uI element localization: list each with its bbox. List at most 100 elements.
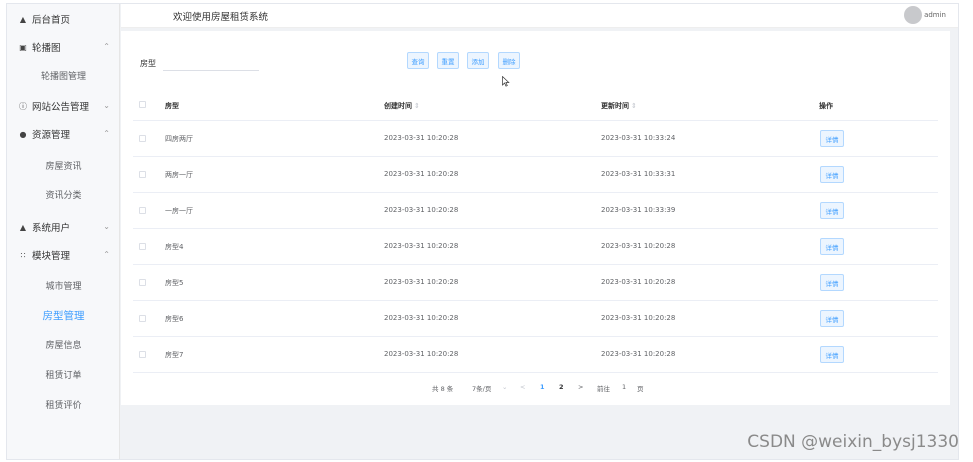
row-checkbox[interactable]	[139, 315, 146, 322]
cell-created: 2023-03-31 10:20:28	[384, 134, 459, 142]
picture-icon: ▣	[19, 42, 27, 52]
sidebar-item-rent-reviews[interactable]: 租赁评价	[7, 389, 120, 419]
next-page-button[interactable]: >	[578, 383, 583, 391]
chevron-down-icon[interactable]: ⌄	[502, 383, 507, 391]
sidebar-item-house-info[interactable]: 房屋信息	[7, 329, 120, 359]
sort-icon[interactable]: ⇕	[631, 102, 637, 110]
row-checkbox[interactable]	[139, 135, 146, 142]
page-1-button[interactable]: 1	[540, 383, 545, 391]
add-button[interactable]: 添加	[467, 52, 489, 69]
table-row: 一房一厅 2023-03-31 10:20:28 2023-03-31 10:3…	[133, 193, 938, 229]
detail-button[interactable]: 详情	[820, 346, 844, 363]
sidebar-item-label: 资讯分类	[45, 190, 82, 201]
table-row: 房型6 2023-03-31 10:20:28 2023-03-31 10:20…	[133, 301, 938, 337]
grid-icon: ∷	[20, 250, 26, 260]
select-all-checkbox[interactable]	[139, 101, 146, 108]
sidebar-item-room-type[interactable]: 房型管理	[7, 300, 120, 330]
sidebar: ▲ 后台首页 ▣ 轮播图 ⌃ 轮播图管理 ⓘ 网站公告管理 ⌄ ● 资源管理 ⌃…	[7, 4, 120, 459]
reset-button[interactable]: 重置	[437, 52, 459, 69]
sidebar-item-system-users[interactable]: ▲ 系统用户 ⌄	[7, 212, 120, 242]
chevron-up-icon: ⌃	[103, 129, 110, 138]
sidebar-item-home[interactable]: ▲ 后台首页	[7, 4, 120, 34]
table-row: 四房两厅 2023-03-31 10:20:28 2023-03-31 10:3…	[133, 121, 938, 157]
cell-room-type: 房型5	[165, 279, 184, 287]
watermark: CSDN @weixin_bysj1330	[747, 432, 959, 452]
sidebar-item-city[interactable]: 城市管理	[7, 270, 120, 300]
column-header-created[interactable]: 创建时间 ⇕	[384, 101, 420, 111]
search-label: 房型	[140, 59, 156, 68]
sidebar-item-modules[interactable]: ∷ 模块管理 ⌃	[7, 240, 120, 270]
column-header-actions: 操作	[819, 102, 833, 110]
avatar[interactable]	[904, 6, 922, 24]
cell-updated: 2023-03-31 10:20:28	[601, 350, 676, 358]
sidebar-item-news-category[interactable]: 资讯分类	[7, 179, 120, 209]
column-header-updated[interactable]: 更新时间 ⇕	[601, 101, 637, 111]
cell-updated: 2023-03-31 10:20:28	[601, 242, 676, 250]
sidebar-item-resources[interactable]: ● 资源管理 ⌃	[7, 119, 120, 149]
cell-room-type: 四房两厅	[165, 135, 193, 143]
cell-created: 2023-03-31 10:20:28	[384, 206, 459, 214]
cell-room-type: 房型6	[165, 315, 184, 323]
table-header: 房型 创建时间 ⇕ 更新时间 ⇕ 操作	[133, 91, 938, 121]
row-checkbox[interactable]	[139, 279, 146, 286]
detail-button[interactable]: 详情	[820, 166, 844, 183]
main-card: 房型 查询 重置 添加 删除 房型 创建时间 ⇕ 更新时间 ⇕ 操作 四房两厅 20…	[121, 31, 950, 405]
sidebar-item-label: 轮播图	[32, 43, 61, 54]
sidebar-item-label: 房屋资讯	[45, 161, 82, 172]
sidebar-item-label: 轮播图管理	[40, 71, 86, 82]
sidebar-item-label: 租赁评价	[45, 400, 82, 411]
sidebar-item-house-news[interactable]: 房屋资讯	[7, 150, 120, 180]
page-title: 欢迎使用房屋租赁系统	[173, 12, 269, 23]
sidebar-item-label: 资源管理	[32, 130, 71, 141]
page-2-button[interactable]: 2	[559, 383, 564, 391]
detail-button[interactable]: 详情	[820, 202, 844, 219]
cell-room-type: 房型7	[165, 351, 184, 359]
sidebar-item-label: 租赁订单	[45, 370, 82, 381]
sidebar-item-carousel-manage[interactable]: 轮播图管理	[7, 60, 120, 90]
page-size-select[interactable]: 7条/页	[472, 383, 491, 393]
sidebar-item-label: 模块管理	[32, 251, 71, 262]
info-circle-icon: ⓘ	[19, 101, 27, 111]
detail-button[interactable]: 详情	[820, 238, 844, 255]
cell-updated: 2023-03-31 10:20:28	[601, 278, 676, 286]
sidebar-item-label: 城市管理	[45, 281, 82, 292]
cell-created: 2023-03-31 10:20:28	[384, 350, 459, 358]
location-pin-icon: ●	[19, 129, 27, 139]
app-frame: ▲ 后台首页 ▣ 轮播图 ⌃ 轮播图管理 ⓘ 网站公告管理 ⌄ ● 资源管理 ⌃…	[6, 3, 959, 460]
row-checkbox[interactable]	[139, 243, 146, 250]
detail-button[interactable]: 详情	[820, 130, 844, 147]
cell-room-type: 两房一厅	[165, 171, 193, 179]
cell-updated: 2023-03-31 10:33:31	[601, 170, 676, 178]
page-unit-label: 页	[637, 385, 644, 393]
search-input[interactable]	[163, 53, 259, 71]
row-checkbox[interactable]	[139, 171, 146, 178]
query-button[interactable]: 查询	[407, 52, 429, 69]
goto-page-input[interactable]: 1	[622, 383, 626, 391]
row-checkbox[interactable]	[139, 207, 146, 214]
cell-room-type: 房型4	[165, 243, 184, 251]
detail-button[interactable]: 详情	[820, 274, 844, 291]
sidebar-item-carousel[interactable]: ▣ 轮播图 ⌃	[7, 32, 120, 62]
row-checkbox[interactable]	[139, 351, 146, 358]
prev-page-button[interactable]: <	[520, 383, 525, 391]
sort-icon[interactable]: ⇕	[414, 102, 420, 110]
home-icon: ▲	[19, 14, 27, 24]
sidebar-item-label: 房屋信息	[45, 340, 82, 351]
sidebar-item-rent-orders[interactable]: 租赁订单	[7, 359, 120, 389]
cell-updated: 2023-03-31 10:33:24	[601, 134, 676, 142]
cell-created: 2023-03-31 10:20:28	[384, 278, 459, 286]
cell-room-type: 一房一厅	[165, 207, 193, 215]
sidebar-item-notice[interactable]: ⓘ 网站公告管理 ⌄	[7, 91, 120, 121]
chevron-up-icon: ⌃	[103, 250, 110, 259]
table-row: 房型5 2023-03-31 10:20:28 2023-03-31 10:20…	[133, 265, 938, 301]
detail-button[interactable]: 详情	[820, 310, 844, 327]
top-header: 欢迎使用房屋租赁系统 admin	[121, 4, 958, 28]
column-header-label: 创建时间	[384, 102, 412, 110]
delete-button[interactable]: 删除	[498, 52, 520, 69]
user-icon: ▲	[19, 222, 27, 232]
user-name[interactable]: admin	[924, 11, 946, 19]
mouse-cursor-icon	[502, 76, 510, 87]
sidebar-item-label: 网站公告管理	[32, 102, 90, 113]
chevron-down-icon: ⌄	[103, 101, 110, 110]
cell-updated: 2023-03-31 10:20:28	[601, 314, 676, 322]
